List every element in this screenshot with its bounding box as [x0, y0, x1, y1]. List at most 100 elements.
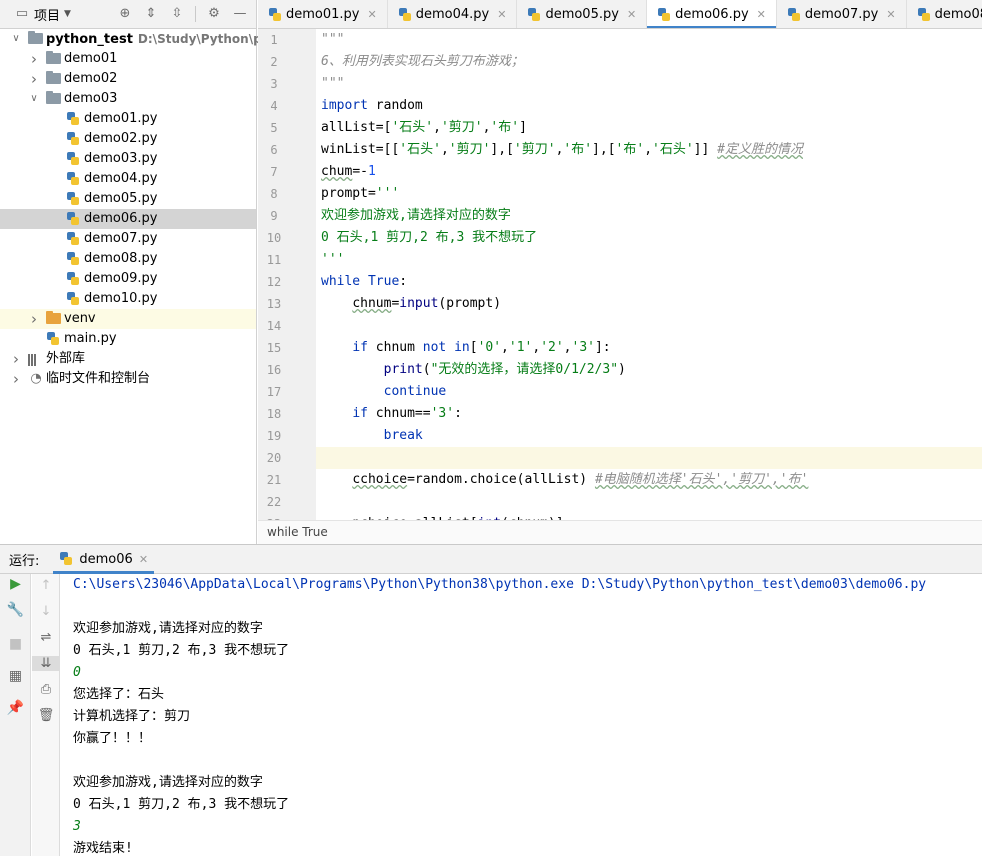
- close-icon[interactable]: ✕: [139, 553, 148, 566]
- tree-file-item[interactable]: demo10.py: [0, 289, 256, 309]
- arrow-up-icon[interactable]: ↑: [32, 578, 60, 593]
- tree-item-label: 临时文件和控制台: [46, 371, 151, 386]
- wrench-icon[interactable]: 🔧: [0, 602, 31, 618]
- project-panel: ▭ 项目 ▼ ⊕ ⇕ ⇳ ⚙ — ∨ python_test D:\Study\Py…: [0, 0, 292, 544]
- editor-tab[interactable]: demo01.py ✕: [258, 0, 388, 28]
- line-number: 17: [266, 385, 282, 399]
- chevron-down-icon[interactable]: ∨: [28, 89, 40, 109]
- chevron-right-icon[interactable]: ›: [28, 49, 40, 69]
- tree-file-item[interactable]: demo09.py: [0, 269, 256, 289]
- tree-item-label: demo03: [64, 91, 118, 106]
- code-line[interactable]: 6、利用列表实现石头剪刀布游戏；: [316, 51, 982, 73]
- editor-tab[interactable]: demo06.py ✕: [647, 0, 777, 28]
- code-line[interactable]: 欢迎参加游戏,请选择对应的数字: [316, 205, 982, 227]
- editor-tab[interactable]: demo08.py✕: [907, 0, 982, 28]
- tree-folder-item[interactable]: › ◔ 临时文件和控制台: [0, 369, 256, 389]
- tree-folder-item[interactable]: ∨ python_test D:\Study\Python\pytho: [0, 29, 292, 49]
- chevron-right-icon[interactable]: ›: [28, 309, 40, 329]
- project-panel-title[interactable]: 项目: [34, 5, 60, 24]
- code-line[interactable]: """: [316, 29, 982, 51]
- crosshair-icon[interactable]: ⊕: [117, 6, 133, 22]
- console-line: 欢迎参加游戏,请选择对应的数字: [73, 775, 263, 790]
- breadcrumb[interactable]: while True: [258, 520, 982, 544]
- editor-tab[interactable]: demo04.py ✕: [388, 0, 518, 28]
- code-line[interactable]: import random: [316, 95, 982, 117]
- code-line[interactable]: pchoice=allList[int(chnum)]: [316, 513, 982, 520]
- code-line[interactable]: [316, 315, 982, 337]
- arrow-down-icon[interactable]: ↓: [32, 604, 60, 619]
- tree-file-item[interactable]: demo02.py: [0, 129, 256, 149]
- collapse-all-icon[interactable]: ⇳: [169, 6, 185, 22]
- pin-icon[interactable]: 📌: [0, 700, 31, 716]
- code-line[interactable]: allList=['石头','剪刀','布']: [316, 117, 982, 139]
- code-area[interactable]: """ 6、利用列表实现石头剪刀布游戏； """ import random allLi…: [316, 29, 982, 520]
- code-line[interactable]: chum=-1: [316, 161, 982, 183]
- tree-folder-item[interactable]: › 外部库: [0, 349, 256, 369]
- tree-file-item[interactable]: demo04.py: [0, 169, 256, 189]
- tree-item-label: demo02: [64, 71, 118, 86]
- close-icon[interactable]: ✕: [886, 8, 895, 21]
- stop-icon[interactable]: ■: [0, 636, 31, 652]
- tree-file-item[interactable]: main.py: [0, 329, 256, 349]
- tree-file-item[interactable]: demo07.py: [0, 229, 256, 249]
- scroll-to-end-icon[interactable]: ⇊: [32, 656, 60, 671]
- minimize-icon[interactable]: —: [232, 6, 248, 22]
- code-line[interactable]: [316, 491, 982, 513]
- tree-folder-item[interactable]: ∨ demo03: [0, 89, 256, 109]
- close-icon[interactable]: ✕: [757, 8, 766, 21]
- code-line[interactable]: """: [316, 73, 982, 95]
- code-line[interactable]: winList=[['石头','剪刀'],['剪刀','布'],['布','石头…: [316, 139, 982, 161]
- console-line: 0 石头,1 剪刀,2 布,3 我不想玩了: [73, 643, 290, 658]
- tree-item-label: demo01: [64, 51, 118, 66]
- line-number: 15: [266, 341, 282, 355]
- close-icon[interactable]: ✕: [497, 8, 506, 21]
- rerun-icon[interactable]: ▶: [0, 576, 31, 592]
- editor-tab[interactable]: demo07.py ✕: [777, 0, 907, 28]
- code-line[interactable]: chnum=input(prompt): [316, 293, 982, 315]
- editor-tab[interactable]: demo05.py ✕: [517, 0, 648, 28]
- code-line[interactable]: prompt=''': [316, 183, 982, 205]
- code-line[interactable]: cchoice=random.choice(allList) #电脑随机选择'石…: [316, 469, 982, 491]
- code-line[interactable]: while True:: [316, 271, 982, 293]
- tree-file-item[interactable]: demo01.py: [0, 109, 256, 129]
- tree-folder-item[interactable]: › demo01: [0, 49, 256, 69]
- code-editor[interactable]: 1234567891011121314151617181920212223 ""…: [258, 29, 982, 520]
- chevron-right-icon[interactable]: ›: [10, 349, 22, 369]
- layout-icon[interactable]: ▦: [0, 668, 31, 684]
- chevron-down-icon[interactable]: ▼: [64, 9, 71, 19]
- close-icon[interactable]: ✕: [627, 8, 636, 21]
- code-line[interactable]: continue: [316, 381, 982, 403]
- tree-folder-item[interactable]: › demo02: [0, 69, 256, 89]
- python-file-icon: [46, 332, 60, 346]
- code-line[interactable]: if chnum=='3':: [316, 403, 982, 425]
- line-number-gutter: 1234567891011121314151617181920212223: [258, 29, 316, 520]
- tree-file-item[interactable]: demo05.py: [0, 189, 256, 209]
- chevron-right-icon[interactable]: ›: [28, 69, 40, 89]
- run-console[interactable]: C:\Users\23046\AppData\Local\Programs\Py…: [61, 574, 982, 856]
- code-line[interactable]: break: [316, 425, 982, 447]
- code-line[interactable]: ''': [316, 249, 982, 271]
- print-icon[interactable]: ⎙: [32, 682, 60, 697]
- code-line[interactable]: if chnum not in['0','1','2','3']:: [316, 337, 982, 359]
- tree-item-label: main.py: [64, 331, 117, 346]
- run-tab[interactable]: demo06 ✕: [53, 544, 154, 574]
- code-line[interactable]: [316, 447, 982, 469]
- project-panel-tools: ⊕ ⇕ ⇳ ⚙ —: [117, 6, 248, 22]
- line-number: 23: [258, 513, 286, 520]
- gear-icon[interactable]: ⚙: [206, 6, 222, 22]
- tree-file-item[interactable]: demo06.py: [0, 209, 256, 229]
- tree-file-item[interactable]: demo03.py: [0, 149, 256, 169]
- trash-icon[interactable]: 🗑: [32, 708, 60, 723]
- expand-all-icon[interactable]: ⇕: [143, 6, 159, 22]
- python-file-icon: [66, 272, 80, 286]
- tree-folder-item[interactable]: › venv: [0, 309, 256, 329]
- close-icon[interactable]: ✕: [368, 8, 377, 21]
- chevron-down-icon[interactable]: ∨: [10, 29, 22, 49]
- line-number: 11: [266, 253, 282, 267]
- console-line: C:\Users\23046\AppData\Local\Programs\Py…: [73, 577, 927, 592]
- tree-file-item[interactable]: demo08.py: [0, 249, 256, 269]
- code-line[interactable]: print("无效的选择，请选择0/1/2/3"): [316, 359, 982, 381]
- soft-wrap-icon[interactable]: ⇌: [32, 630, 60, 645]
- chevron-right-icon[interactable]: ›: [10, 369, 22, 389]
- code-line[interactable]: 0 石头,1 剪刀,2 布,3 我不想玩了: [316, 227, 982, 249]
